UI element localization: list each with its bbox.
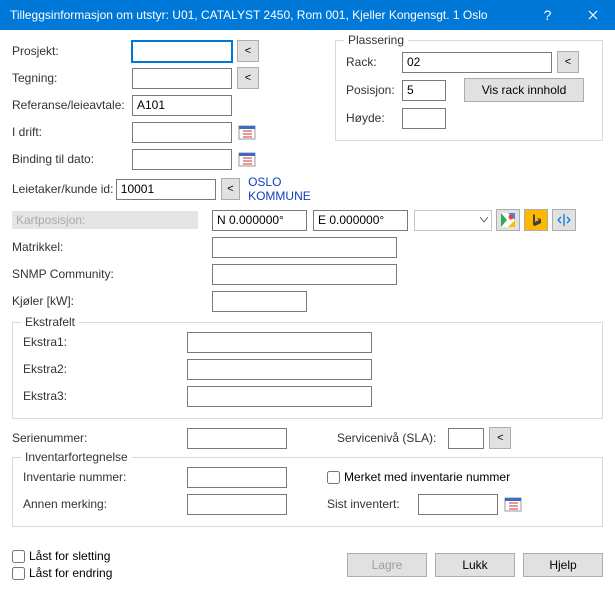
annen-label: Annen merking:: [23, 497, 187, 511]
leietaker-lookup-button[interactable]: <: [221, 178, 240, 200]
gmaps-icon: [501, 213, 515, 227]
binding-input[interactable]: [132, 149, 232, 170]
prosjekt-lookup-button[interactable]: <: [237, 40, 259, 62]
plassering-group: Plassering Rack: < Posisjon: Vis rack in…: [335, 40, 603, 141]
referanse-label: Referanse/leieavtale:: [12, 98, 132, 112]
rack-input[interactable]: [402, 52, 552, 73]
visrack-button[interactable]: Vis rack innhold: [464, 78, 584, 102]
idrift-input[interactable]: [132, 122, 232, 143]
merket-checkbox[interactable]: Merket med inventarie nummer: [327, 470, 510, 484]
serienummer-label: Serienummer:: [12, 431, 187, 445]
idrift-label: I drift:: [12, 125, 132, 139]
calendar-icon[interactable]: [504, 495, 522, 513]
map-tool-button[interactable]: [552, 209, 576, 231]
close-button[interactable]: [570, 0, 615, 30]
hoyde-input[interactable]: [402, 108, 446, 129]
kjoler-input[interactable]: [212, 291, 307, 312]
tegning-label: Tegning:: [12, 71, 132, 85]
hjelp-button[interactable]: Hjelp: [523, 553, 603, 577]
rack-label: Rack:: [346, 55, 402, 69]
annen-input[interactable]: [187, 494, 287, 515]
kjoler-label: Kjøler [kW]:: [12, 294, 212, 308]
ekstra1-input[interactable]: [187, 332, 372, 353]
prosjekt-label: Prosjekt:: [12, 44, 132, 58]
sist-input[interactable]: [418, 494, 498, 515]
ekstra1-label: Ekstra1:: [23, 335, 187, 349]
serienummer-input[interactable]: [187, 428, 287, 449]
ekstra2-label: Ekstra2:: [23, 362, 187, 376]
tegning-input[interactable]: [132, 68, 232, 89]
google-maps-button[interactable]: [496, 209, 520, 231]
serviceniva-input[interactable]: [448, 428, 484, 449]
lagre-button[interactable]: Lagre: [347, 553, 427, 577]
last-endring-checkbox[interactable]: Låst for endring: [12, 566, 347, 580]
inventarie-input[interactable]: [187, 467, 287, 488]
close-icon: [588, 10, 598, 20]
map-tool-icon: [557, 213, 571, 227]
bing-maps-button[interactable]: [524, 209, 548, 231]
matrikkel-label: Matrikkel:: [12, 240, 212, 254]
ekstra2-input[interactable]: [187, 359, 372, 380]
leietaker-input[interactable]: [116, 179, 216, 200]
tegning-lookup-button[interactable]: <: [237, 67, 259, 89]
coord-combo[interactable]: [414, 210, 492, 231]
referanse-input[interactable]: [132, 95, 232, 116]
leietaker-name-link[interactable]: OSLO KOMMUNE: [248, 175, 334, 203]
sist-label: Sist inventert:: [327, 497, 400, 511]
lukk-button[interactable]: Lukk: [435, 553, 515, 577]
serviceniva-label: Servicenivå (SLA):: [337, 431, 436, 445]
binding-label: Binding til dato:: [12, 152, 132, 166]
titlebar: Tilleggsinformasjon om utstyr: U01, CATA…: [0, 0, 615, 30]
coord-e-input[interactable]: [313, 210, 408, 231]
merket-label: Merket med inventarie nummer: [344, 470, 510, 484]
inventarie-label: Inventarie nummer:: [23, 470, 187, 484]
window-title: Tilleggsinformasjon om utstyr: U01, CATA…: [10, 8, 525, 22]
serviceniva-lookup-button[interactable]: <: [489, 427, 511, 449]
chevron-down-icon: [480, 217, 488, 223]
posisjon-label: Posisjon:: [346, 83, 402, 97]
rack-lookup-button[interactable]: <: [557, 51, 579, 73]
leietaker-label: Leietaker/kunde id:: [12, 182, 116, 196]
calendar-icon[interactable]: [238, 123, 256, 141]
snmp-label: SNMP Community:: [12, 267, 212, 281]
last-sletting-checkbox[interactable]: Låst for sletting: [12, 549, 347, 563]
matrikkel-input[interactable]: [212, 237, 397, 258]
coord-n-input[interactable]: [212, 210, 307, 231]
ekstrafelt-legend: Ekstrafelt: [21, 315, 79, 329]
prosjekt-input[interactable]: [132, 41, 232, 62]
bing-icon: [531, 214, 541, 226]
kartposisjon-label: Kartposisjon:: [12, 211, 198, 229]
ekstra3-label: Ekstra3:: [23, 389, 187, 403]
hoyde-label: Høyde:: [346, 111, 402, 125]
snmp-input[interactable]: [212, 264, 397, 285]
inventar-legend: Inventarfortegnelse: [21, 450, 132, 464]
help-button[interactable]: ?: [525, 0, 570, 30]
posisjon-input[interactable]: [402, 80, 446, 101]
calendar-icon[interactable]: [238, 150, 256, 168]
plassering-legend: Plassering: [344, 33, 408, 47]
ekstra3-input[interactable]: [187, 386, 372, 407]
